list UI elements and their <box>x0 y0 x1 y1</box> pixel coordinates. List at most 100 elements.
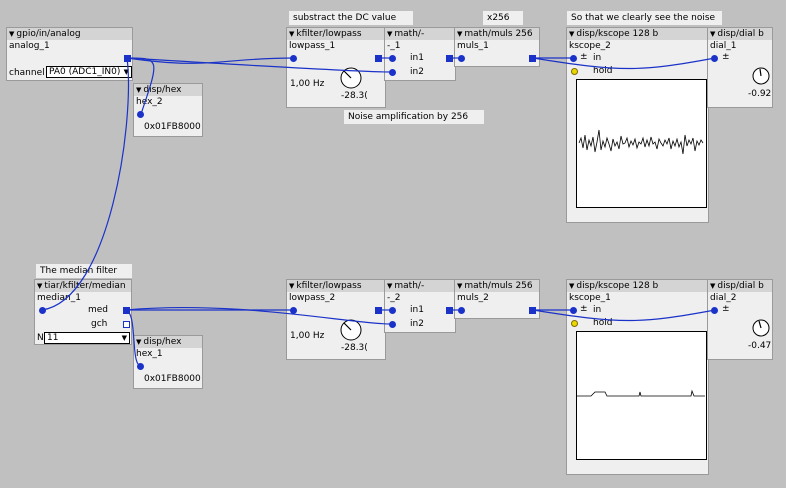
object-header[interactable]: ▼ disp/kscope 128 b <box>567 28 708 40</box>
comment-dc[interactable]: substract the DC value <box>289 11 413 25</box>
inlet-port[interactable] <box>458 55 465 62</box>
channel-select[interactable]: PA0 (ADC1_IN0) ▼ <box>46 66 132 78</box>
inlet-port-in2[interactable] <box>389 321 396 328</box>
outlet-port[interactable] <box>375 55 382 62</box>
dial-icon <box>752 67 770 85</box>
frequency-value: 1,00 Hz <box>290 331 325 341</box>
inlet-port[interactable] <box>570 55 577 62</box>
triangle-down-icon[interactable]: ▼ <box>457 282 462 290</box>
triangle-down-icon[interactable]: ▼ <box>387 282 392 290</box>
instance-name[interactable]: -_2 <box>387 293 400 303</box>
object-header[interactable]: ▼ disp/hex <box>134 84 202 96</box>
outlet-port-gch[interactable] <box>123 321 130 328</box>
instance-name[interactable]: hex_2 <box>136 97 163 107</box>
triangle-down-icon[interactable]: ▼ <box>9 30 14 38</box>
object-muls-1[interactable]: ▼ math/muls 256 muls_1 <box>454 27 540 67</box>
inlet-port[interactable] <box>711 307 718 314</box>
outlet-port[interactable] <box>529 55 536 62</box>
object-header[interactable]: ▼ kfilter/lowpass <box>287 280 385 292</box>
object-analog[interactable]: ▼ gpio/in/analog analog_1 channel PA0 (AD… <box>6 27 133 81</box>
instance-name[interactable]: muls_2 <box>457 293 489 303</box>
comment-amplification[interactable]: Noise amplification by 256 <box>344 110 484 124</box>
inlet-port[interactable] <box>458 307 465 314</box>
inlet-port[interactable] <box>290 307 297 314</box>
triangle-down-icon[interactable]: ▼ <box>387 30 392 38</box>
inlet-port[interactable] <box>137 363 144 370</box>
triangle-down-icon[interactable]: ▼ <box>710 282 715 290</box>
object-median[interactable]: ▼ tiar/kfilter/median median_1 med gch N … <box>34 279 132 345</box>
object-hex-1[interactable]: ▼ disp/hex hex_1 0x01FB8000 <box>133 335 203 389</box>
instance-name[interactable]: lowpass_1 <box>289 41 335 51</box>
outlet-port-med[interactable] <box>123 307 130 314</box>
instance-name[interactable]: kscope_2 <box>569 41 611 51</box>
object-header[interactable]: ▼ math/- <box>385 28 455 40</box>
instance-name[interactable]: median_1 <box>37 293 81 303</box>
instance-name[interactable]: dial_1 <box>710 41 736 51</box>
triangle-down-icon[interactable]: ▼ <box>37 282 42 290</box>
object-muls-2[interactable]: ▼ math/muls 256 muls_2 <box>454 279 540 319</box>
inlet-port[interactable] <box>290 55 297 62</box>
inlet-port-in1[interactable] <box>389 55 396 62</box>
inlet-port-in2[interactable] <box>389 69 396 76</box>
outlet-port[interactable] <box>375 307 382 314</box>
triangle-down-icon[interactable]: ▼ <box>136 338 141 346</box>
object-header[interactable]: ▼ disp/kscope 128 b <box>567 280 708 292</box>
n-select[interactable]: 11 ▼ <box>44 332 130 344</box>
hold-label: hold <box>593 318 613 328</box>
object-type: math/muls 256 <box>464 281 533 291</box>
instance-name[interactable]: analog_1 <box>9 41 50 51</box>
instance-name[interactable]: dial_2 <box>710 293 736 303</box>
knob-icon[interactable] <box>339 66 363 90</box>
object-kscope-2[interactable]: ▼ disp/kscope 128 b kscope_2 ± in hold <box>566 27 709 223</box>
hold-led-icon[interactable] <box>571 68 578 75</box>
object-lowpass-2[interactable]: ▼ kfilter/lowpass lowpass_2 1,00 Hz -28.3… <box>286 279 386 360</box>
inlet-port[interactable] <box>39 307 46 314</box>
instance-name[interactable]: -_1 <box>387 41 400 51</box>
object-header[interactable]: ▼ disp/dial b <box>708 280 772 292</box>
object-header[interactable]: ▼ gpio/in/analog <box>7 28 132 40</box>
triangle-down-icon[interactable]: ▼ <box>569 30 574 38</box>
inlet-port[interactable] <box>137 111 144 118</box>
object-header[interactable]: ▼ math/muls 256 <box>455 28 539 40</box>
instance-name[interactable]: hex_1 <box>136 349 163 359</box>
comment-noise[interactable]: So that we clearly see the noise <box>567 11 722 25</box>
inlet-port[interactable] <box>570 307 577 314</box>
object-dial-2[interactable]: ▼ disp/dial b dial_2 ± -0.47 <box>707 279 773 360</box>
outlet-port[interactable] <box>446 55 453 62</box>
inlet-port[interactable] <box>711 55 718 62</box>
object-header[interactable]: ▼ kfilter/lowpass <box>287 28 385 40</box>
instance-name[interactable]: muls_1 <box>457 41 489 51</box>
median-trace <box>577 389 705 397</box>
triangle-down-icon[interactable]: ▼ <box>569 282 574 290</box>
object-header[interactable]: ▼ disp/hex <box>134 336 202 348</box>
instance-name[interactable]: kscope_1 <box>569 293 611 303</box>
outlet-port[interactable] <box>124 55 131 62</box>
instance-name[interactable]: lowpass_2 <box>289 293 335 303</box>
channel-label: channel <box>9 68 45 78</box>
object-header[interactable]: ▼ math/muls 256 <box>455 280 539 292</box>
object-hex-2[interactable]: ▼ disp/hex hex_2 0x01FB8000 <box>133 83 203 137</box>
inlet-label: in2 <box>410 67 424 77</box>
object-header[interactable]: ▼ disp/dial b <box>708 28 772 40</box>
object-header[interactable]: ▼ math/- <box>385 280 455 292</box>
hold-led-icon[interactable] <box>571 320 578 327</box>
triangle-down-icon[interactable]: ▼ <box>289 30 294 38</box>
outlet-port[interactable] <box>529 307 536 314</box>
object-minus-2[interactable]: ▼ math/- -_2 in1 in2 <box>384 279 456 333</box>
patch-canvas[interactable]: substract the DC value x256 So that we c… <box>0 0 786 488</box>
object-minus-1[interactable]: ▼ math/- -_1 in1 in2 <box>384 27 456 81</box>
comment-median[interactable]: The median filter <box>36 264 132 278</box>
comment-x256[interactable]: x256 <box>483 11 523 25</box>
triangle-down-icon[interactable]: ▼ <box>136 86 141 94</box>
object-lowpass-1[interactable]: ▼ kfilter/lowpass lowpass_1 1,00 Hz -28.3… <box>286 27 386 108</box>
triangle-down-icon[interactable]: ▼ <box>710 30 715 38</box>
dial-icon <box>752 319 770 337</box>
knob-icon[interactable] <box>339 318 363 342</box>
object-kscope-1[interactable]: ▼ disp/kscope 128 b kscope_1 ± in hold <box>566 279 709 475</box>
outlet-port[interactable] <box>446 307 453 314</box>
object-dial-1[interactable]: ▼ disp/dial b dial_1 ± -0.92 <box>707 27 773 108</box>
triangle-down-icon[interactable]: ▼ <box>289 282 294 290</box>
object-header[interactable]: ▼ tiar/kfilter/median <box>35 280 131 292</box>
inlet-port-in1[interactable] <box>389 307 396 314</box>
triangle-down-icon[interactable]: ▼ <box>457 30 462 38</box>
